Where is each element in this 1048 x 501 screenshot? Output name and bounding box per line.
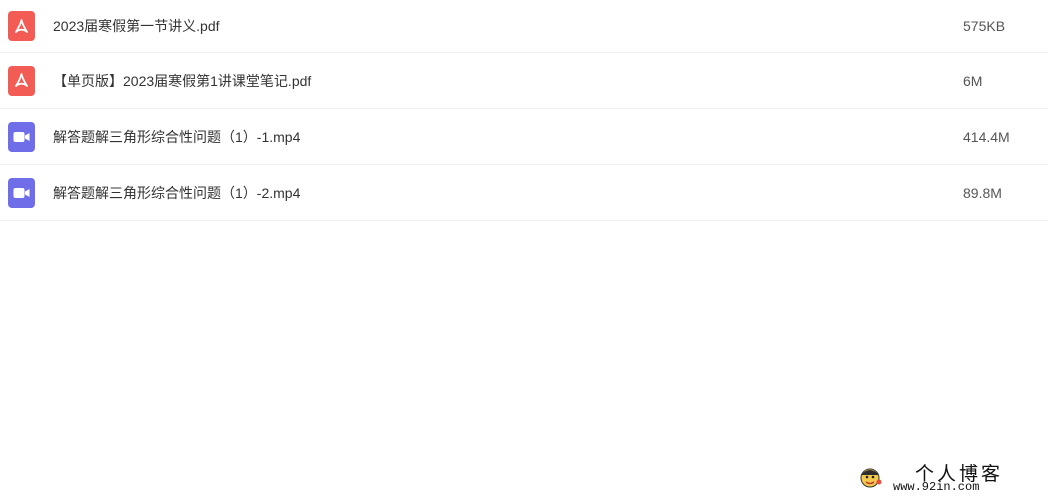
video-icon — [8, 121, 35, 152]
video-icon — [8, 177, 35, 208]
file-row[interactable]: 2023届寒假第一节讲义.pdf 575KB — [0, 0, 1048, 53]
file-name[interactable]: 【单页版】2023届寒假第1讲课堂笔记.pdf — [53, 71, 311, 91]
file-row[interactable]: 【单页版】2023届寒假第1讲课堂笔记.pdf 6M — [0, 53, 1048, 109]
file-size: 575KB — [963, 18, 1006, 34]
watermark: 个人博客 www.92in.com — [857, 461, 1032, 494]
file-row[interactable]: 解答题解三角形综合性问题（1）-1.mp4 414.4M — [0, 109, 1048, 165]
watermark-url: www.92in.com — [893, 480, 980, 494]
file-row[interactable]: 解答题解三角形综合性问题（1）-2.mp4 89.8M — [0, 165, 1048, 221]
file-list: 2023届寒假第一节讲义.pdf 575KB 【单页版】2023届寒假第1讲课堂… — [0, 0, 1048, 221]
file-name[interactable]: 解答题解三角形综合性问题（1）-2.mp4 — [53, 183, 300, 203]
file-size: 6M — [963, 72, 983, 89]
file-size: 414.4M — [963, 128, 1010, 145]
file-size: 89.8M — [963, 184, 1002, 201]
file-name[interactable]: 2023届寒假第一节讲义.pdf — [53, 16, 220, 36]
pdf-icon — [8, 11, 35, 41]
mascot-logo-icon — [857, 465, 883, 489]
file-name[interactable]: 解答题解三角形综合性问题（1）-1.mp4 — [53, 127, 300, 147]
pdf-icon — [8, 65, 35, 96]
